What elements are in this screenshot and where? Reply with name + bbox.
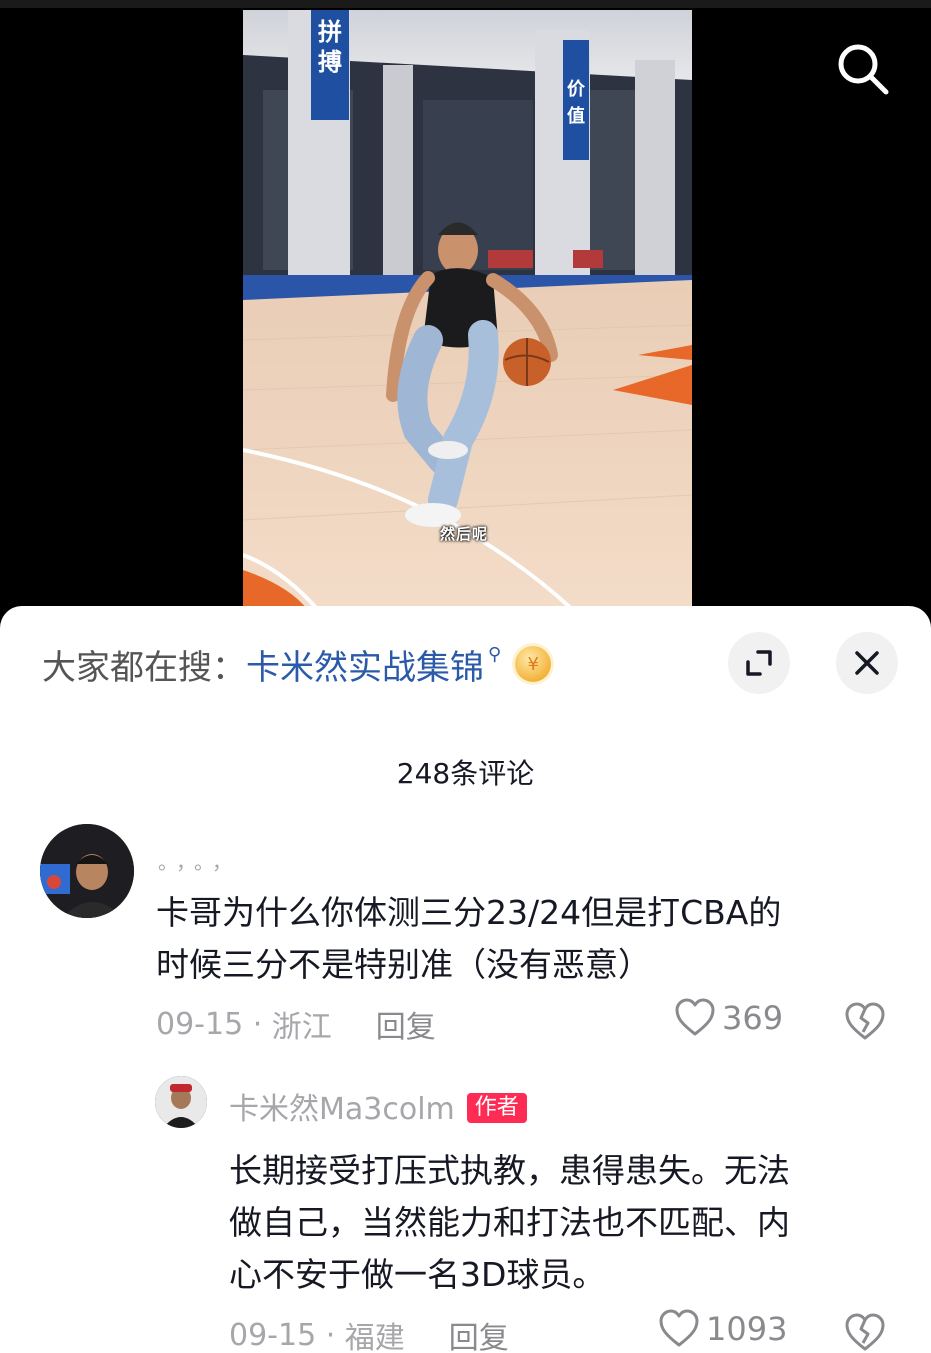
avatar-image (40, 824, 134, 918)
broken-heart-icon (845, 1313, 885, 1351)
like-count: 369 (722, 999, 784, 1037)
reply-avatar-image (155, 1076, 207, 1128)
banner-left-char2: 搏 (318, 48, 342, 76)
comment-date: 09-15 (156, 1006, 244, 1042)
reply-date: 09-15 (229, 1317, 317, 1353)
reply-reply-button[interactable]: 回复 (449, 1313, 509, 1353)
reply-dislike-button[interactable] (844, 1313, 886, 1353)
heart-icon (675, 998, 715, 1036)
meta-separator: · (243, 1006, 272, 1042)
search-icon (838, 44, 889, 95)
banner-right-char1: 价 (567, 79, 586, 100)
reply-meta: 09-15 · 福建 回复 (229, 1313, 509, 1353)
video-frame[interactable]: 拼 搏 价 值 然后呢 (243, 10, 692, 610)
search-button[interactable] (830, 36, 894, 100)
reply-like-button[interactable]: 1093 (658, 1309, 787, 1349)
comment-text-line: 卡哥为什么你体测三分23/24但是打CBA的 (156, 893, 782, 932)
comment-meta: 09-15 · 浙江 回复 (156, 1002, 436, 1046)
reply-item: 卡米然Ma3colm 作者 长期接受打压式执教，患得患失。无法 做自己，当然能力和… (0, 1066, 931, 1353)
author-badge: 作者 (466, 1092, 527, 1123)
broken-heart-icon (845, 1002, 885, 1040)
heart-icon (659, 1309, 699, 1347)
reply-username: 卡米然Ma3colm 作者 (229, 1084, 527, 1128)
video-scene: 拼 搏 价 值 (243, 10, 692, 610)
comment-username[interactable]: 。，。， (158, 846, 240, 875)
reply-username-text[interactable]: 卡米然Ma3colm (229, 1092, 455, 1127)
reply-like-count: 1093 (706, 1310, 788, 1348)
reply-location: 福建 (344, 1321, 405, 1353)
reply-button[interactable]: 回复 (376, 1002, 436, 1046)
status-bar-strip (0, 0, 931, 8)
banner-left-char1: 拼 (318, 18, 342, 46)
reply-text-line: 长期接受打压式执教，患得患失。无法 (229, 1151, 790, 1190)
avatar[interactable] (40, 824, 134, 918)
reply-text-line: 心不安于做一名3D球员。 (229, 1255, 606, 1294)
comment-text-line: 时候三分不是特别准（没有恶意） (156, 945, 651, 984)
banner-right-char2: 值 (567, 105, 585, 127)
reply-avatar[interactable] (155, 1076, 207, 1128)
video-player[interactable]: 拼 搏 价 值 然后呢 (0, 0, 931, 610)
reply-text-line: 做自己，当然能力和打法也不匹配、内 (229, 1203, 790, 1242)
comment-location: 浙江 (271, 1010, 332, 1045)
dislike-button[interactable] (844, 1002, 886, 1046)
meta-separator: · (316, 1317, 345, 1353)
like-button[interactable]: 369 (674, 998, 783, 1038)
comment-sheet: 大家都在搜： 卡米然实战集锦 ⚲ ¥ 248条评论 。，。， 卡哥为什么你体测三… (0, 606, 931, 1353)
video-caption: 然后呢 (440, 525, 489, 543)
comment-item: 。，。， 卡哥为什么你体测三分23/24但是打CBA的 时候三分不是特别准（没有… (0, 606, 931, 1066)
